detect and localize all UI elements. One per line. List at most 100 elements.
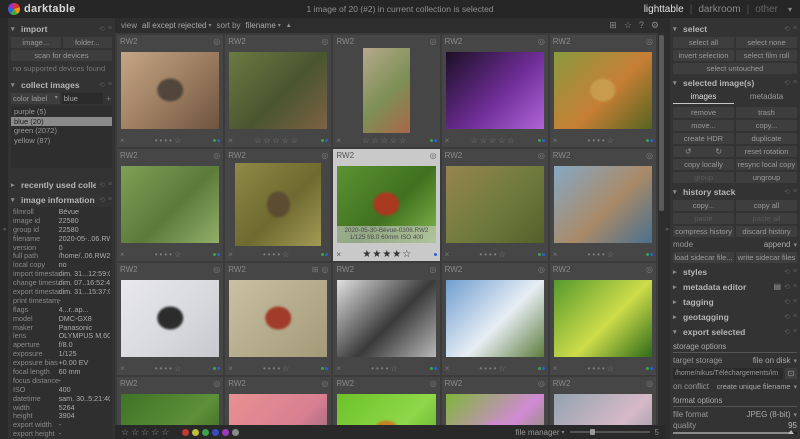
rotate-ccw-button[interactable]: ↺ [673, 146, 704, 157]
thumbnail[interactable]: RW2◎×☆☆☆☆☆ [442, 35, 548, 147]
folder-browse-icon[interactable]: ⊡ [785, 368, 797, 379]
write-sidecar-files-button[interactable]: write sidecar files [736, 252, 797, 263]
panel-header-import[interactable]: ▾import⟲≡ [11, 22, 112, 35]
create-hdr-button[interactable]: create HDR [673, 133, 734, 144]
copy-all-button[interactable]: copy all [736, 200, 797, 211]
collect-value-input[interactable]: blue [62, 93, 103, 104]
tab-images[interactable]: images [673, 91, 734, 104]
compress-history-button[interactable]: compress history [673, 226, 734, 237]
zoom-slider-thumb[interactable] [590, 429, 595, 435]
thumbnail[interactable]: RW2◎×☆☆☆☆☆ [225, 35, 331, 147]
color-filter-dot[interactable] [202, 429, 209, 436]
color-filter-dot[interactable] [222, 429, 229, 436]
star-rating[interactable]: ••••☆ [557, 364, 646, 373]
presets-icon[interactable]: ≡ [793, 313, 797, 320]
duplicate-button[interactable]: duplicate [736, 133, 797, 144]
grouping-icon[interactable]: ◎ [646, 379, 653, 388]
reset-icon[interactable]: ⟲ [784, 268, 790, 276]
import-folder-button[interactable]: folder... [63, 37, 113, 48]
invert-selection-button[interactable]: invert selection [673, 50, 734, 61]
reset-icon[interactable]: ⟲ [784, 313, 790, 321]
paste-all-button[interactable]: paste all [736, 213, 797, 224]
color-filter-dot[interactable] [192, 429, 199, 436]
color-filter-dot[interactable] [232, 429, 239, 436]
presets-icon[interactable]: ≡ [793, 298, 797, 305]
group-button[interactable]: group [673, 172, 734, 183]
panel-header-recently-used-collections[interactable]: ▸recently used collections⟲≡ [11, 178, 112, 191]
left-panel-collapse-handle[interactable]: ◂ [0, 18, 8, 439]
panel-header-export-selected[interactable]: ▾export selected⟲≡ [673, 325, 797, 338]
panel-header-styles[interactable]: ▸styles⟲≡ [673, 265, 797, 278]
star-rating[interactable]: ••••☆ [125, 136, 214, 145]
presets-icon[interactable]: ≡ [793, 268, 797, 275]
sort-ascending-icon[interactable]: ▲ [286, 23, 292, 29]
thumbnail[interactable]: RW2◎×••••☆ [117, 149, 223, 261]
star-rating[interactable]: ••••☆ [557, 136, 646, 145]
presets-icon[interactable]: ≡ [108, 25, 112, 32]
thumbnail[interactable]: RW2◎×••••☆ [550, 377, 656, 425]
star-rating[interactable]: ••••☆ [233, 250, 322, 259]
trash-button[interactable]: trash [736, 107, 797, 118]
preferences-gear-icon[interactable]: ⚙ [651, 20, 659, 31]
grouping-icon[interactable]: ◎ [646, 151, 653, 160]
collection-item[interactable]: purple (5) [11, 107, 112, 117]
help-icon[interactable]: ? [639, 20, 644, 31]
presets-icon[interactable]: ≡ [108, 196, 112, 203]
thumbnail[interactable]: RW2⊞◎×••••☆ [225, 263, 331, 375]
reset-icon[interactable]: ⟲ [784, 283, 790, 291]
thumbnail[interactable]: RW2◎×••••☆ [117, 377, 223, 425]
grouping-icon[interactable]: ◎ [430, 265, 437, 274]
color-filter-dot[interactable] [182, 429, 189, 436]
quality-slider-thumb[interactable] [788, 430, 794, 434]
star-rating[interactable]: ••••☆ [125, 364, 214, 373]
collection-item[interactable]: blue (20) [11, 117, 112, 127]
view-filter-dropdown[interactable]: all except rejected ▾ [142, 21, 212, 30]
quality-slider[interactable]: quality 95 [673, 421, 797, 434]
grouping-icon[interactable]: ◎ [646, 37, 653, 46]
grouping-icon[interactable]: ⊞ [609, 20, 617, 31]
reset-icon[interactable]: ⟲ [784, 25, 790, 33]
grouping-icon[interactable]: ◎ [213, 379, 220, 388]
thumbnail[interactable]: RW2◎×☆☆☆☆☆ [333, 35, 439, 147]
grouping-icon[interactable]: ◎ [321, 151, 328, 160]
sort-field-dropdown[interactable]: filename ▾ [246, 21, 281, 30]
quality-slider-track[interactable] [673, 432, 797, 434]
star-rating[interactable]: ★★★★☆ [341, 249, 434, 260]
presets-icon[interactable]: ≡ [793, 328, 797, 335]
grouping-icon[interactable]: ◎ [321, 37, 328, 46]
grouping-icon[interactable]: ◎ [213, 265, 220, 274]
mode-darkroom[interactable]: darkroom [698, 4, 740, 15]
presets-icon[interactable]: ≡ [793, 79, 797, 86]
star-rating[interactable]: ☆☆☆☆☆ [341, 136, 430, 145]
grouping-icon[interactable]: ◎ [213, 37, 220, 46]
select-none-button[interactable]: select none [736, 37, 797, 48]
grouping-icon[interactable]: ◎ [538, 379, 545, 388]
grouping-icon[interactable]: ◎ [538, 265, 545, 274]
reset-icon[interactable]: ⟲ [784, 79, 790, 87]
grouping-icon[interactable]: ◎ [430, 37, 437, 46]
select-all-button[interactable]: select all [673, 37, 734, 48]
star-rating[interactable]: ••••☆ [125, 250, 214, 259]
presets-icon[interactable]: ≡ [793, 25, 797, 32]
copy-button[interactable]: copy... [673, 200, 734, 211]
thumbnail[interactable]: RW2◎×••••☆ [442, 263, 548, 375]
color-filter-dot[interactable] [212, 429, 219, 436]
copy-button[interactable]: copy... [736, 120, 797, 131]
reset-icon[interactable]: ⟲ [784, 298, 790, 306]
ungroup-button[interactable]: ungroup [736, 172, 797, 183]
list-icon[interactable]: ▤ [773, 282, 781, 291]
star-rating[interactable]: ••••☆ [449, 364, 538, 373]
reset-rotation-button[interactable]: reset rotation [736, 146, 797, 157]
star-rating[interactable]: ☆☆☆☆☆ [449, 136, 538, 145]
zoom-slider[interactable] [570, 431, 650, 433]
import-image-button[interactable]: image... [11, 37, 61, 48]
panel-header-history-stack[interactable]: ▾history stack⟲≡ [673, 185, 797, 198]
collect-property-dropdown[interactable]: color label ▾ [11, 93, 60, 104]
copy-locally-button[interactable]: copy locally [673, 159, 734, 170]
grouping-icon[interactable]: ◎ [430, 151, 437, 160]
file-format-dropdown[interactable]: JPEG (8-bit) [746, 410, 790, 419]
discard-history-button[interactable]: discard history [736, 226, 797, 237]
thumbnail[interactable]: RW2◎×••••☆ [550, 263, 656, 375]
scrollbar-thumb[interactable] [659, 35, 664, 211]
remove-button[interactable]: remove [673, 107, 734, 118]
